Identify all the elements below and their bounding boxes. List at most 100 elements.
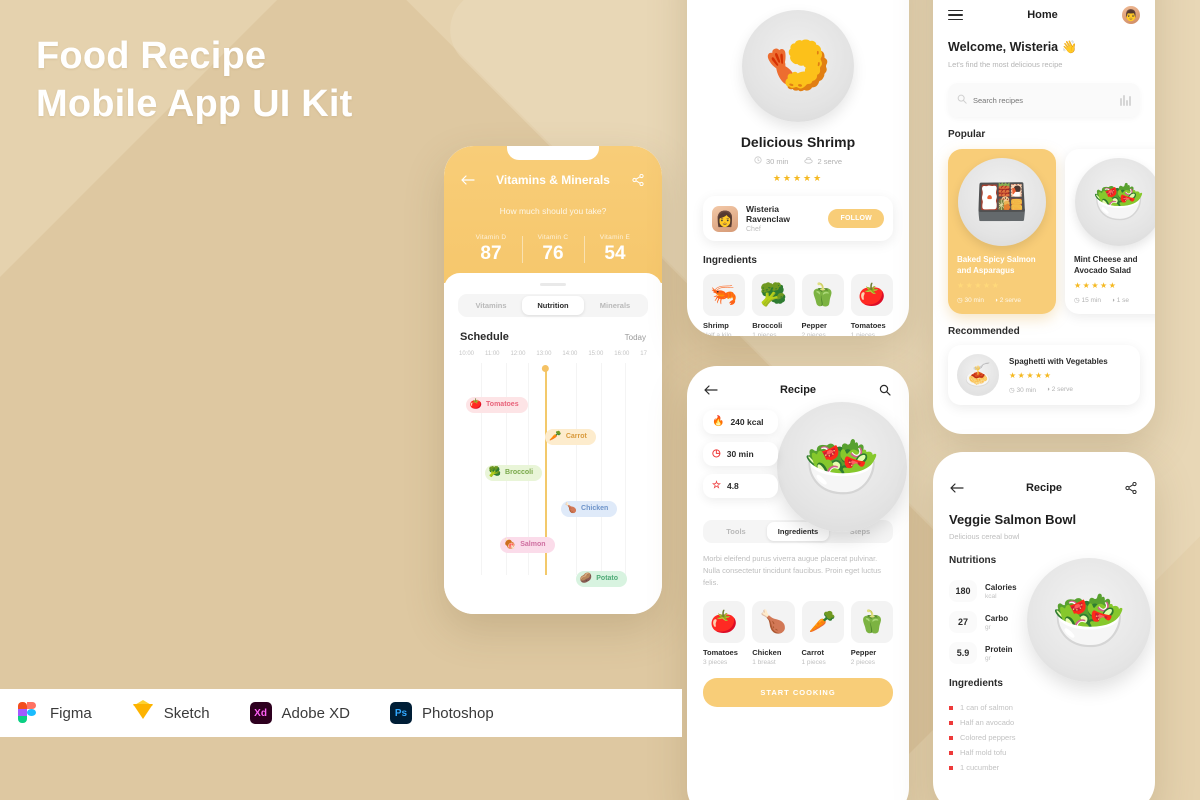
ingredient-name: Shrimp (703, 321, 729, 331)
ingredient-item[interactable]: 🦐 Shrimp Half a kilo (703, 274, 746, 336)
adobe-xd-icon: Xd (249, 702, 272, 724)
ingredient-item[interactable]: 🍅 Tomatoes 1 pieces (850, 274, 893, 336)
nutritions-list: 180 Calories kcal 27 Carbo gr 5.9 Protein gr (949, 580, 1017, 664)
meta-serve: ◑ 2 serve (1046, 386, 1074, 394)
ingredient-thumb: 🫑 (850, 601, 893, 644)
shrimp-rating-stars: ★★★★★ (772, 173, 824, 183)
schedule-hour-label: 11:00 (484, 351, 500, 357)
schedule-chip[interactable]: 🍅 Tomatoes (465, 396, 528, 413)
ingredient-qty: 1 pieces (801, 659, 826, 667)
tab-nutrition[interactable]: Nutrition (522, 296, 584, 315)
start-cooking-button[interactable]: START COOKING (703, 678, 893, 708)
ingredient-item[interactable]: 🍗 Chicken 1 breast (752, 601, 795, 666)
tab-minerals[interactable]: Minerals (584, 296, 646, 315)
nutrition-value: 180 (949, 580, 977, 602)
ingredient-thumb: 🍅 (703, 601, 746, 644)
popular-card-image: 🥗 (1075, 158, 1155, 246)
ingredient-item[interactable]: 🥦 Broccoli 1 pieces (752, 274, 795, 336)
tool-figma[interactable]: Figma (18, 702, 92, 724)
plate-icon (804, 156, 814, 166)
food-icon: 🥔 (579, 572, 593, 584)
bullet-icon (949, 720, 953, 725)
ingredient-name: Pepper (850, 648, 877, 658)
ingredient-qty: 3 pieces (703, 659, 728, 667)
clock-icon (754, 156, 762, 166)
schedule-title: Schedule (460, 331, 509, 343)
ingredient-item[interactable]: 🫑 Pepper 2 pieces (801, 274, 844, 336)
schedule-chip-label: Chicken (581, 505, 609, 513)
ingredient-item[interactable]: 🍅 Tomatoes 3 pieces (703, 601, 746, 667)
ingredient-name: Tomatoes (703, 648, 738, 658)
bullet-icon (949, 735, 953, 740)
popular-card[interactable]: 🍱 Baked Spicy Salmon and Asparagus ★★★★★ ◷ … (948, 149, 1056, 315)
phone-screen-recipe: Recipe 🔥 240 kcal ◷ 30 min ☆ 4.8 🥗 Tools Ingr… (687, 366, 909, 800)
nutritions-section: 180 Calories kcal 27 Carbo gr 5.9 Protein gr 🥗 (949, 558, 1151, 682)
chef-role: Chef (746, 226, 761, 233)
search-bar[interactable] (948, 83, 1140, 117)
ingredient-thumb: 🍗 (752, 601, 795, 644)
list-item-label: Half mold tofu (960, 748, 1007, 757)
tool-adobe-xd[interactable]: Xd Adobe XD (249, 702, 350, 724)
bullet-icon (949, 765, 953, 770)
popular-card-stars: ★★★★★ (1074, 281, 1118, 291)
tab-tools[interactable]: Tools (705, 522, 767, 541)
vitamins-sheet: Vitamins Nutrition Minerals Schedule Tod… (444, 273, 662, 614)
ingredient-thumb: 🥕 (801, 601, 844, 644)
shrimp-title: Delicious Shrimp (740, 134, 856, 150)
popular-card-image: 🍱 (958, 158, 1046, 246)
vitamins-title: Vitamins & Minerals (496, 173, 610, 187)
schedule-chip[interactable]: 🥔 Potato (575, 570, 628, 587)
schedule-chip-label: Potato (596, 575, 619, 583)
vitamins-stats: Vitamin D 87 Vitamin C 76 Vitamin E 54 (460, 234, 646, 265)
sheet-grabber[interactable] (540, 283, 566, 286)
ingredient-qty: 2 pieces (801, 332, 826, 336)
schedule-chip-label: Salmon (520, 541, 546, 549)
popular-card[interactable]: 🥗 Mint Cheese and Avocado Salad ★★★★★ ◷ 15 … (1065, 149, 1155, 315)
schedule-chip[interactable]: 🥦 Broccoli (484, 464, 543, 481)
schedule-chip-label: Tomatoes (486, 401, 519, 409)
ingredient-name: Broccoli (752, 321, 783, 331)
schedule-chip[interactable]: 🍗 Chicken (560, 500, 618, 517)
hamburger-icon[interactable] (948, 9, 963, 21)
schedule-chip-label: Broccoli (505, 469, 534, 477)
bowl-ingredients-list: 1 can of salmon Half an avocado Colored pe… (949, 703, 1139, 772)
list-item-label: 1 can of salmon (960, 703, 1013, 712)
arrow-left-icon[interactable] (703, 382, 719, 398)
recommended-card[interactable]: 🍝 Spaghetti with Vegetables ★★★★★ ◷ 30 min ◑… (948, 345, 1140, 406)
meta-serve: ◑ 1 se (1111, 296, 1130, 304)
meta-serve: 2 serve (804, 156, 842, 166)
ingredient-item[interactable]: 🥕 Carrot 1 pieces (801, 601, 844, 667)
list-item: Half mold tofu (949, 748, 1139, 757)
recipe-fact: 🔥 240 kcal (703, 410, 778, 434)
tool-photoshop[interactable]: Ps Photoshop (389, 702, 494, 724)
star-icon: ☆ (712, 480, 721, 491)
schedule-chip[interactable]: 🥕 Carrot (545, 428, 596, 445)
search-icon[interactable] (877, 382, 893, 398)
clock-icon: ◷ (712, 448, 721, 459)
tab-vitamins[interactable]: Vitamins (460, 296, 522, 315)
schedule-chip-label: Carrot (565, 433, 587, 441)
arrow-left-icon[interactable] (460, 172, 476, 188)
ingredient-item[interactable]: 🫑 Pepper 2 pieces (850, 601, 893, 667)
arrow-left-icon[interactable] (949, 480, 965, 496)
ingredient-thumb: 🍅 (850, 274, 893, 317)
schedule-chip[interactable]: 🍖 Salmon (499, 536, 555, 553)
stat-value: 87 (480, 243, 502, 264)
chef-card[interactable]: 👩 Wisteria Ravenclaw Chef FOLLOW (703, 196, 893, 241)
search-input[interactable] (973, 95, 1115, 105)
popular-card-name: Mint Cheese and Avocado Salad (1074, 255, 1138, 276)
schedule-track: 🍅 Tomatoes 🥕 Carrot 🥦 Broccoli 🍗 Chicken 🍖 Salmon… (458, 363, 648, 587)
avatar[interactable]: 👨 (1122, 6, 1140, 24)
ingredient-qty: 2 pieces (850, 659, 875, 667)
tool-sketch[interactable]: Sketch (132, 700, 210, 724)
schedule-today[interactable]: Today (625, 333, 646, 342)
share-icon[interactable] (1123, 480, 1139, 496)
filter-icon[interactable] (1120, 94, 1131, 106)
follow-button[interactable]: FOLLOW (828, 209, 884, 228)
schedule-hour-label: 13:00 (536, 351, 552, 357)
bowl-name: Veggie Salmon Bowl (949, 512, 1077, 527)
schedule-hour-label: 14:00 (562, 351, 578, 357)
popular-card-stars: ★★★★★ (957, 281, 1001, 291)
nutrition-value: 5.9 (949, 642, 977, 664)
share-icon[interactable] (630, 172, 646, 188)
